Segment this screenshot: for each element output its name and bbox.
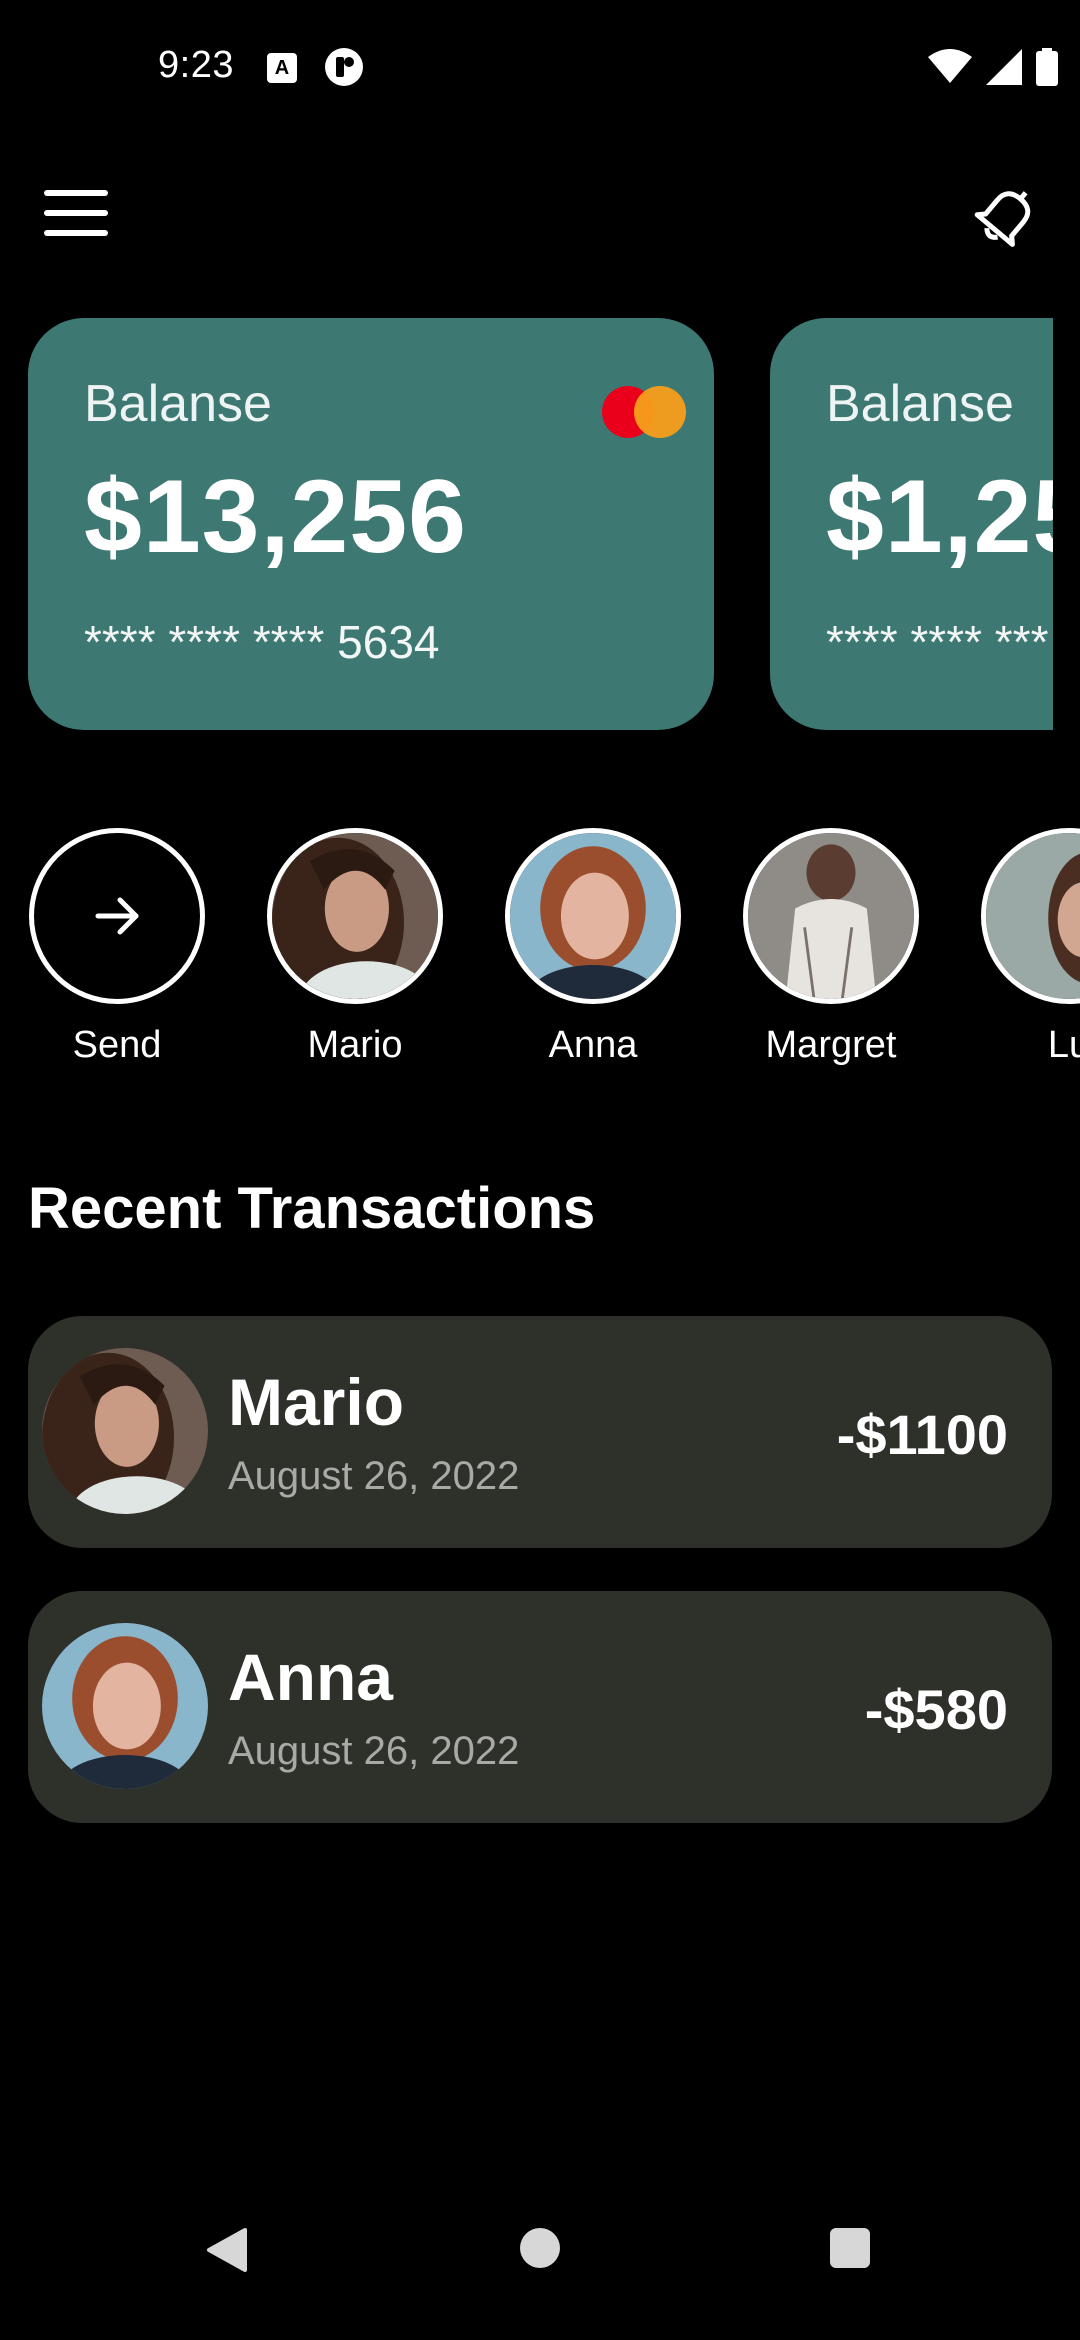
contact-name: Anna <box>548 1024 638 1066</box>
balance-cards-carousel[interactable]: Balanse $13,256 **** **** **** 5634 Bala… <box>0 318 1080 730</box>
contact-name: Send <box>72 1024 162 1066</box>
notification-a-icon: A <box>267 53 297 83</box>
avatar <box>42 1348 208 1514</box>
back-icon[interactable] <box>205 2226 249 2274</box>
status-bar: 9:23 A <box>0 0 1080 135</box>
contact-name: Margret <box>765 1024 897 1066</box>
avatar-image <box>748 833 914 999</box>
battery-icon <box>1036 48 1058 86</box>
transaction-amount: -$1100 <box>836 1403 1008 1466</box>
avatar <box>42 1623 208 1789</box>
transaction-date: August 26, 2022 <box>228 1729 520 1773</box>
card-balance: $1,25 <box>826 459 1053 575</box>
contact-name: Mario <box>307 1024 403 1066</box>
home-screen: 9:23 A Balanse $13,256 **** **** **** 56… <box>0 0 1080 2340</box>
avatar[interactable] <box>743 828 919 1004</box>
avatar-image <box>42 1623 208 1789</box>
avatar[interactable] <box>505 828 681 1004</box>
status-indicators <box>928 48 1058 86</box>
card-number: **** **** **** 5634 <box>84 616 440 668</box>
transaction-date: August 26, 2022 <box>228 1454 520 1498</box>
avatar-image <box>510 833 676 999</box>
bell-icon[interactable] <box>972 180 1042 250</box>
transaction-name: Anna <box>228 1640 393 1714</box>
status-time: 9:23 <box>158 44 234 86</box>
menu-line <box>44 230 108 236</box>
section-title: Recent Transactions <box>28 1176 596 1241</box>
menu-line <box>44 190 108 196</box>
avatar-image <box>272 833 438 999</box>
menu-line <box>44 210 108 216</box>
contact-lu[interactable]: Lu <box>979 828 1080 1067</box>
send-contact[interactable]: Send <box>27 828 207 1067</box>
system-nav-bar <box>0 2210 1080 2340</box>
avatar-image <box>42 1348 208 1514</box>
wifi-icon <box>928 49 972 83</box>
send-button[interactable] <box>29 828 205 1004</box>
transaction-name: Mario <box>228 1365 405 1439</box>
hamburger-menu-icon[interactable] <box>44 190 108 236</box>
signal-icon <box>986 49 1022 85</box>
card-balance: $13,256 <box>84 459 467 575</box>
contact-anna[interactable]: Anna <box>503 828 683 1067</box>
mastercard-logo-icon <box>602 386 686 438</box>
contact-name: Lu <box>1047 1024 1080 1066</box>
contact-margret[interactable]: Margret <box>741 828 921 1067</box>
notification-app-icon <box>325 48 363 86</box>
transaction-item[interactable]: Mario August 26, 2022 -$1100 <box>28 1316 1052 1548</box>
recents-icon[interactable] <box>830 2228 870 2268</box>
contacts-row[interactable]: Send Mario Anna Margret Lu <box>0 828 1080 1078</box>
mastercard-orange-circle <box>634 386 686 438</box>
transaction-amount: -$580 <box>864 1678 1008 1741</box>
avatar[interactable] <box>981 828 1080 1004</box>
home-icon[interactable] <box>520 2228 560 2268</box>
arrow-right-icon <box>95 897 139 935</box>
avatar[interactable] <box>267 828 443 1004</box>
balance-card[interactable]: Balanse $13,256 **** **** **** 5634 <box>28 318 714 730</box>
contact-mario[interactable]: Mario <box>265 828 445 1067</box>
cards-viewport: Balanse $13,256 **** **** **** 5634 Bala… <box>0 318 1053 730</box>
balance-card[interactable]: Balanse $1,25 **** **** *** <box>770 318 1053 730</box>
transaction-item[interactable]: Anna August 26, 2022 -$580 <box>28 1591 1052 1823</box>
card-label: Balanse <box>826 375 1014 433</box>
card-number: **** **** *** <box>826 616 1049 668</box>
avatar-image <box>986 833 1080 999</box>
bell-outline <box>974 191 1031 247</box>
